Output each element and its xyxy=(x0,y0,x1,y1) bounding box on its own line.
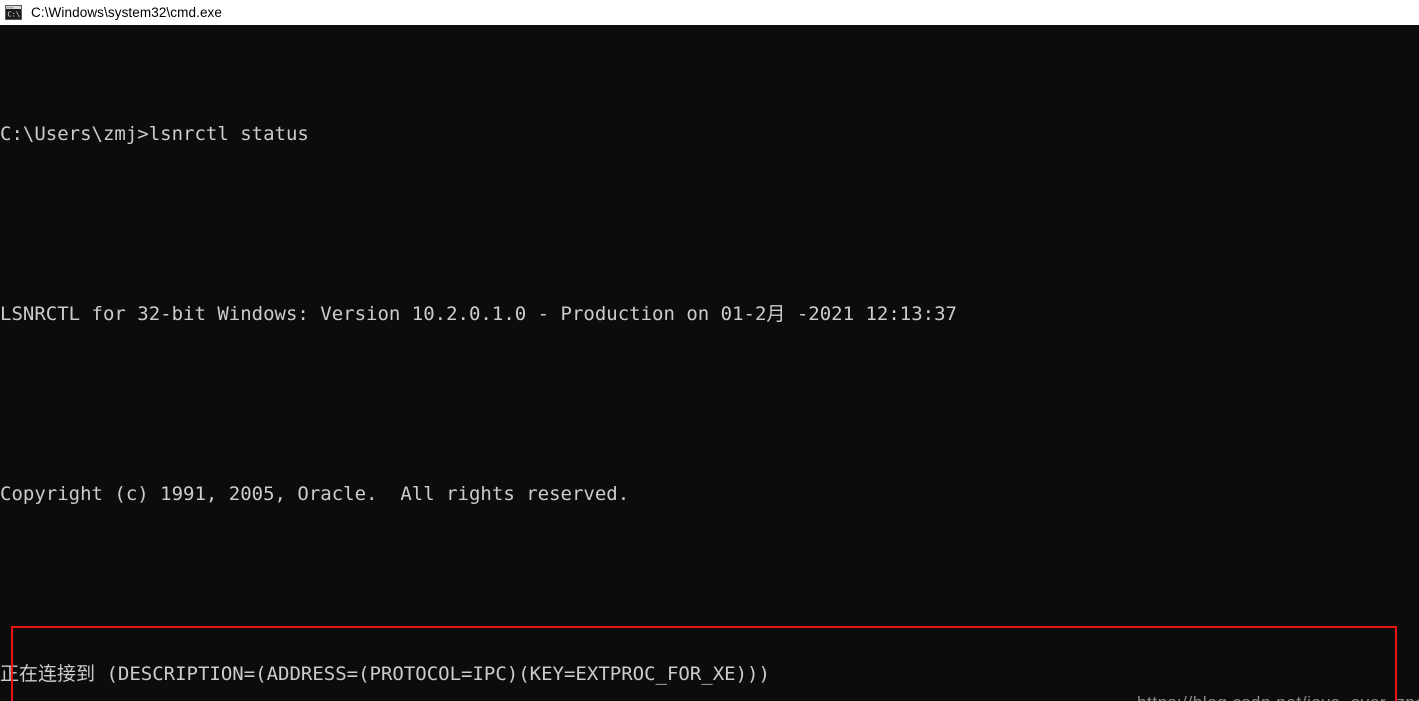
copyright-line: Copyright (c) 1991, 2005, Oracle. All ri… xyxy=(0,483,630,505)
svg-text:C:\: C:\ xyxy=(7,11,20,19)
console-output-area[interactable]: C:\Users\zmj>lsnrctl status LSNRCTL for … xyxy=(0,25,1419,701)
watermark-text: https://blog.csdn.net/java_over_zpark xyxy=(1137,693,1419,701)
window-title: C:\Windows\system32\cmd.exe xyxy=(31,5,223,20)
terminal-text: C:\Users\zmj>lsnrctl status LSNRCTL for … xyxy=(0,29,1133,701)
prompt-line: C:\Users\zmj>lsnrctl status xyxy=(0,123,309,145)
cmd-console-icon: C:\ xyxy=(5,5,22,20)
connecting-line: 正在连接到 (DESCRIPTION=(ADDRESS=(PROTOCOL=IP… xyxy=(0,663,770,685)
cmd-window: C:\ C:\Windows\system32\cmd.exe C:\Users… xyxy=(0,0,1419,701)
window-titlebar[interactable]: C:\ C:\Windows\system32\cmd.exe xyxy=(0,0,1419,25)
banner-version-line: LSNRCTL for 32-bit Windows: Version 10.2… xyxy=(0,303,957,325)
